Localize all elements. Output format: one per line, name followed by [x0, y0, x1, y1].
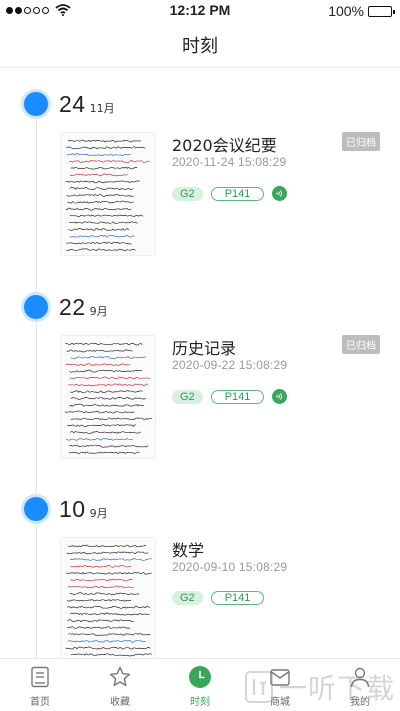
date-day: 10 [59, 495, 86, 522]
pen-tag: G2 [172, 389, 203, 404]
timeline-dot-icon [24, 92, 48, 116]
date-marker: 22 9月 [24, 293, 108, 321]
note-title: 历史记录 [172, 339, 237, 358]
home-icon [31, 666, 49, 688]
watermark: 一听下载 [245, 665, 395, 709]
audio-icon[interactable] [272, 389, 288, 404]
note-thumbnail[interactable] [60, 132, 156, 256]
date-month: 9月 [89, 507, 108, 520]
note-card[interactable]: 历史记录 已归档 2020-09-22 15:08:29 G2 P141 [60, 335, 390, 459]
note-tags: G2 P141 [172, 389, 288, 404]
page-title: 时刻 [182, 35, 218, 57]
date-month: 11月 [89, 102, 115, 115]
date-month: 9月 [89, 305, 108, 318]
archived-badge: 已归档 [342, 335, 380, 354]
note-timestamp: 2020-09-10 15:08:29 [172, 560, 288, 574]
audio-icon[interactable] [272, 186, 288, 201]
note-thumbnail[interactable] [60, 537, 156, 658]
tab-home[interactable]: 首页 [0, 659, 80, 711]
tab-label: 收藏 [110, 697, 130, 708]
battery-percent: 100% [328, 3, 364, 19]
star-icon [109, 666, 131, 687]
timeline-dot-icon [24, 497, 48, 521]
battery-icon [368, 5, 395, 17]
tab-label: 首页 [30, 697, 50, 708]
note-card[interactable]: 数学 2020-09-10 15:08:29 G2 P141 [60, 537, 390, 658]
timeline-list[interactable]: 24 11月 2020会议纪要 已归档 2020-11-24 15:08:29 … [0, 68, 400, 658]
note-card[interactable]: 2020会议纪要 已归档 2020-11-24 15:08:29 G2 P141 [60, 132, 390, 256]
note-tags: G2 P141 [172, 186, 288, 201]
note-timestamp: 2020-09-22 15:08:29 [172, 358, 288, 372]
note-title: 2020会议纪要 [172, 136, 277, 155]
tab-label: 时刻 [190, 697, 210, 708]
tab-favorites[interactable]: 收藏 [80, 659, 160, 711]
date-day: 24 [59, 90, 86, 117]
battery-indicator: 100% [328, 3, 395, 19]
date-marker: 24 11月 [24, 90, 115, 118]
timeline-line [36, 104, 37, 658]
nav-header: 时刻 [0, 22, 400, 68]
page-tag: P141 [210, 186, 265, 201]
note-timestamp: 2020-11-24 15:08:29 [172, 155, 287, 169]
status-bar: 12:12 PM 100% [0, 0, 400, 22]
pen-tag: G2 [172, 186, 203, 201]
note-title: 数学 [172, 541, 205, 560]
clock-icon [189, 666, 211, 688]
pen-tag: G2 [172, 591, 203, 605]
page-tag: P141 [210, 591, 265, 605]
note-thumbnail[interactable] [60, 335, 156, 459]
date-day: 22 [59, 293, 86, 320]
archived-badge: 已归档 [342, 132, 380, 151]
tab-moments[interactable]: 时刻 [160, 659, 240, 711]
date-marker: 10 9月 [24, 495, 108, 523]
watermark-logo-icon [245, 671, 273, 703]
page-tag: P141 [210, 389, 265, 404]
watermark-text: 一听下载 [279, 672, 396, 705]
timeline-dot-icon [24, 295, 48, 319]
note-tags: G2 P141 [172, 591, 265, 605]
